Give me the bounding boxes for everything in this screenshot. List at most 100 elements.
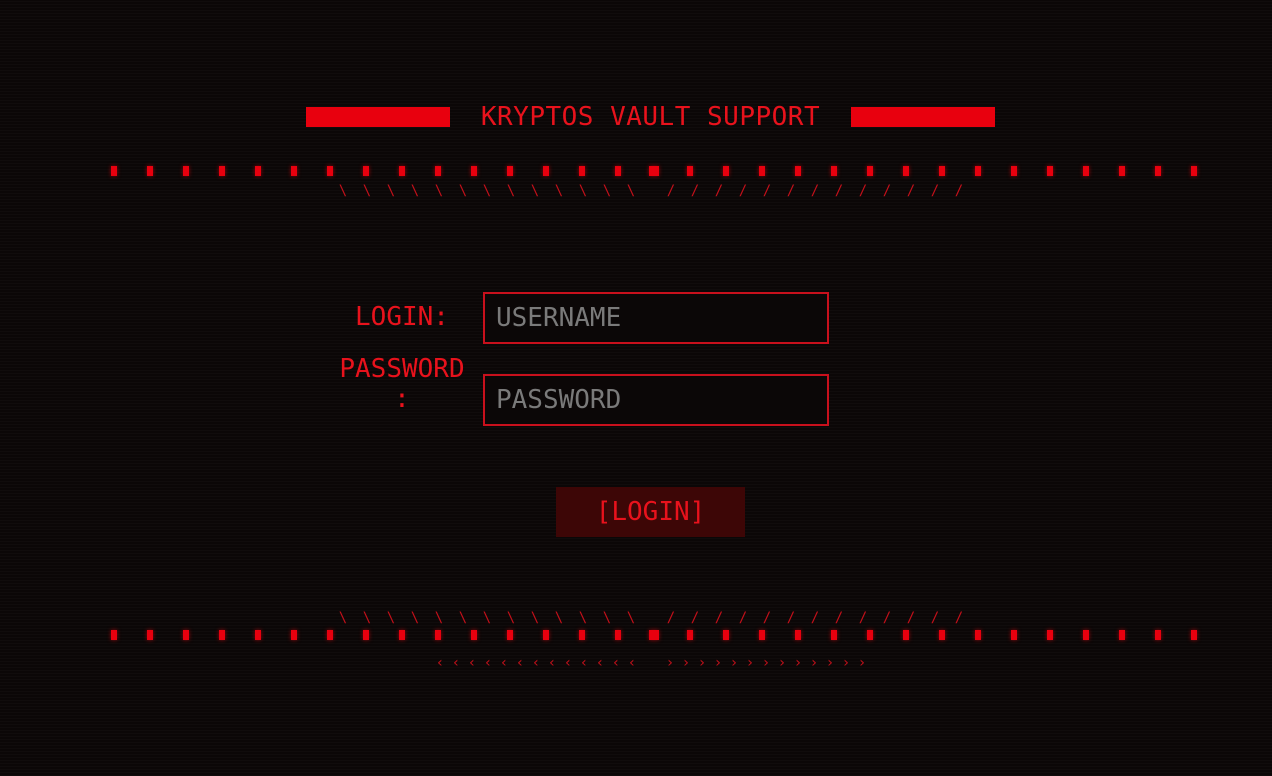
decor-glyph: /	[786, 610, 796, 626]
decor-glyph: /	[906, 183, 916, 199]
decor-dot	[1083, 630, 1089, 640]
title-bar-right	[851, 107, 995, 127]
decor-dot	[867, 630, 873, 640]
decor-glyph: /	[882, 183, 892, 199]
decor-glyph: /	[762, 183, 772, 199]
decor-glyph: \	[410, 610, 420, 626]
decor-glyph: \	[458, 183, 468, 199]
decor-dot	[795, 166, 801, 176]
decor-dot	[1047, 630, 1053, 640]
decor-glyph: /	[930, 610, 940, 626]
decor-dot	[327, 166, 333, 176]
decor-dot	[507, 630, 513, 640]
decor-dot	[471, 630, 477, 640]
decor-dot	[327, 630, 333, 640]
decor-dot	[1119, 166, 1125, 176]
decor-glyph: /	[834, 183, 844, 199]
page-title: KRYPTOS VAULT SUPPORT	[480, 102, 821, 132]
decor-glyph: \	[362, 610, 372, 626]
decor-glyph: \	[338, 183, 348, 199]
title-bar-left	[306, 107, 450, 127]
decor-glyph: /	[690, 610, 700, 626]
decor-chevron: ‹	[627, 655, 637, 671]
decor-dot	[795, 630, 801, 640]
decor-glyph: /	[714, 183, 724, 199]
decor-dot	[649, 630, 659, 640]
decor-dot	[1191, 166, 1197, 176]
password-input[interactable]	[483, 374, 829, 426]
decor-glyph: \	[434, 610, 444, 626]
bottom-dot-row	[0, 630, 1272, 642]
decor-glyph: /	[858, 183, 868, 199]
decor-dot	[471, 166, 477, 176]
decor-glyph: /	[930, 183, 940, 199]
decor-glyph: \	[530, 610, 540, 626]
decor-glyph: /	[690, 183, 700, 199]
decor-glyph: \	[506, 183, 516, 199]
decor-glyph: /	[714, 610, 724, 626]
decor-dot	[1083, 166, 1089, 176]
top-dot-row	[0, 166, 1272, 178]
decor-glyph: \	[362, 183, 372, 199]
decor-glyph: /	[882, 610, 892, 626]
decor-dot	[831, 166, 837, 176]
decor-glyph: \	[578, 610, 588, 626]
decor-glyph: \	[338, 610, 348, 626]
decor-glyph: \	[554, 183, 564, 199]
decor-dot	[903, 630, 909, 640]
login-button[interactable]: [LOGIN]	[556, 487, 745, 537]
decor-dot	[687, 630, 693, 640]
decor-dot	[219, 166, 225, 176]
decor-dot	[723, 630, 729, 640]
decor-dot	[363, 166, 369, 176]
chevron-row: ‹ ‹ ‹ ‹ ‹ ‹ ‹ ‹ ‹ ‹ ‹ ‹ ‹ › › › › › › › › › › › › ›	[0, 655, 1272, 671]
decor-dot	[1191, 630, 1197, 640]
decor-glyph: /	[906, 610, 916, 626]
decor-glyph: /	[738, 610, 748, 626]
decor-dot	[147, 166, 153, 176]
decor-dot	[363, 630, 369, 640]
decor-glyph: \	[410, 183, 420, 199]
decor-glyph: \	[458, 610, 468, 626]
decor-dot	[435, 630, 441, 640]
decor-dot	[1119, 630, 1125, 640]
decor-dot	[507, 166, 513, 176]
username-input[interactable]	[483, 292, 829, 344]
decor-dot	[831, 630, 837, 640]
decor-glyph: /	[666, 610, 676, 626]
decor-dot	[579, 630, 585, 640]
decor-dot	[903, 166, 909, 176]
decor-dot	[147, 630, 153, 640]
top-glyph-row: \ \ \ \ \ \ \ \ \ \ \ \ \ / / / / / / / / / / / / /	[0, 183, 1272, 199]
decor-glyph: \	[602, 183, 612, 199]
decor-dot	[399, 630, 405, 640]
decor-glyph: /	[762, 610, 772, 626]
decor-dot	[615, 630, 621, 640]
decor-dot	[579, 166, 585, 176]
decor-glyph: /	[858, 610, 868, 626]
decor-dot	[111, 166, 117, 176]
decor-dot	[649, 166, 659, 176]
decor-dot	[543, 630, 549, 640]
decor-dot	[1011, 166, 1017, 176]
decor-glyph: \	[506, 610, 516, 626]
decor-dot	[759, 630, 765, 640]
decor-dot	[759, 166, 765, 176]
decor-dot	[255, 630, 261, 640]
decor-dot	[543, 166, 549, 176]
decor-dot	[219, 630, 225, 640]
decor-glyph: /	[810, 610, 820, 626]
decor-glyph: /	[666, 183, 676, 199]
decor-dot	[723, 166, 729, 176]
decor-glyph: \	[386, 183, 396, 199]
decor-dot	[183, 166, 189, 176]
decor-dot	[867, 166, 873, 176]
decor-dot	[975, 166, 981, 176]
decor-dot	[1155, 630, 1161, 640]
decor-dot	[1047, 166, 1053, 176]
decor-dot	[615, 166, 621, 176]
bottom-glyph-row: \ \ \ \ \ \ \ \ \ \ \ \ \ / / / / / / / / / / / / /	[0, 610, 1272, 626]
decor-glyph: \	[602, 610, 612, 626]
decor-dot	[399, 166, 405, 176]
decor-glyph: \	[386, 610, 396, 626]
